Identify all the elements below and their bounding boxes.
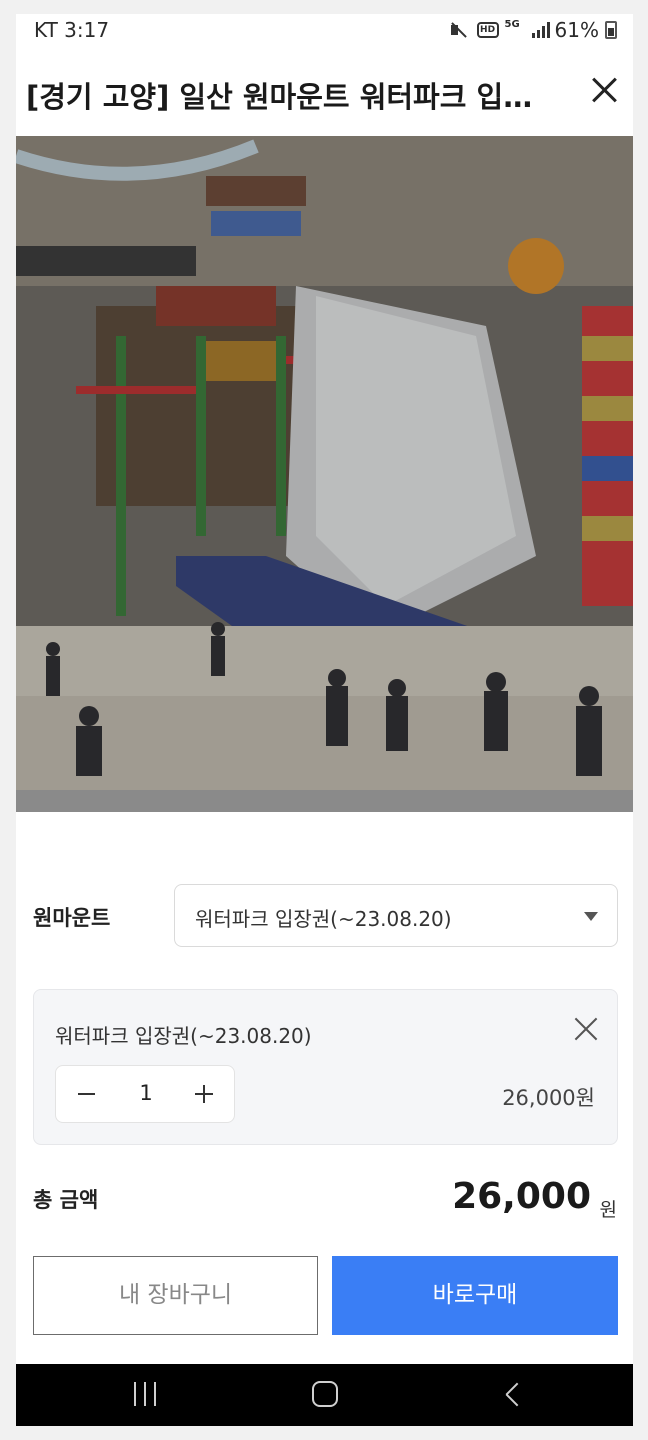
page-title: [경기 고양] 일산 원마운트 워터파크 입장권: [26, 80, 556, 114]
option-select[interactable]: 워터파크 입장권(~23.08.20): [174, 884, 618, 947]
remove-item-icon[interactable]: [573, 1016, 599, 1042]
quantity-stepper: 1: [55, 1065, 235, 1123]
mute-icon: [449, 20, 471, 40]
phone-screen: KT 3:17 HD 5G 61% [경기 고양] 일산 원마운트 워터파크 입…: [16, 14, 633, 1426]
home-icon[interactable]: [312, 1381, 338, 1407]
selected-item-name: 워터파크 입장권(~23.08.20): [55, 1024, 312, 1048]
selected-item-card: 워터파크 입장권(~23.08.20) 1 26,000원: [33, 989, 618, 1145]
recents-icon[interactable]: [132, 1382, 158, 1406]
item-price: 26,000원: [502, 1086, 595, 1110]
image-footer-strip: [16, 790, 633, 812]
signal-icon: [531, 22, 550, 38]
5g-icon: 5G: [504, 19, 520, 30]
system-nav-bar: [16, 1364, 633, 1426]
close-icon[interactable]: [589, 74, 621, 106]
cart-button[interactable]: 내 장바구니: [33, 1256, 318, 1335]
chevron-down-icon: [584, 912, 598, 921]
battery-icon: [605, 21, 617, 39]
buy-now-button[interactable]: 바로구매: [332, 1256, 618, 1335]
carrier-time: KT 3:17: [34, 18, 110, 42]
total-label: 총 금액: [33, 1188, 99, 1212]
option-select-value: 워터파크 입장권(~23.08.20): [195, 907, 452, 931]
header: [경기 고양] 일산 원마운트 워터파크 입장권: [16, 48, 633, 136]
total-amount: 26,000: [452, 1176, 591, 1217]
waterpark-illustration: [16, 136, 633, 812]
option-label: 원마운트: [33, 906, 111, 930]
status-bar: KT 3:17 HD 5G 61%: [16, 14, 633, 48]
hd-icon: HD: [476, 22, 499, 38]
decrease-quantity-button[interactable]: [56, 1066, 116, 1122]
battery-percent: 61%: [554, 18, 599, 42]
increase-quantity-button[interactable]: [174, 1066, 234, 1122]
quantity-value: 1: [139, 1081, 153, 1105]
status-icons: HD 5G 61%: [449, 18, 617, 42]
product-image: [16, 136, 633, 812]
back-icon[interactable]: [500, 1380, 522, 1408]
total-unit: 원: [599, 1199, 617, 1221]
